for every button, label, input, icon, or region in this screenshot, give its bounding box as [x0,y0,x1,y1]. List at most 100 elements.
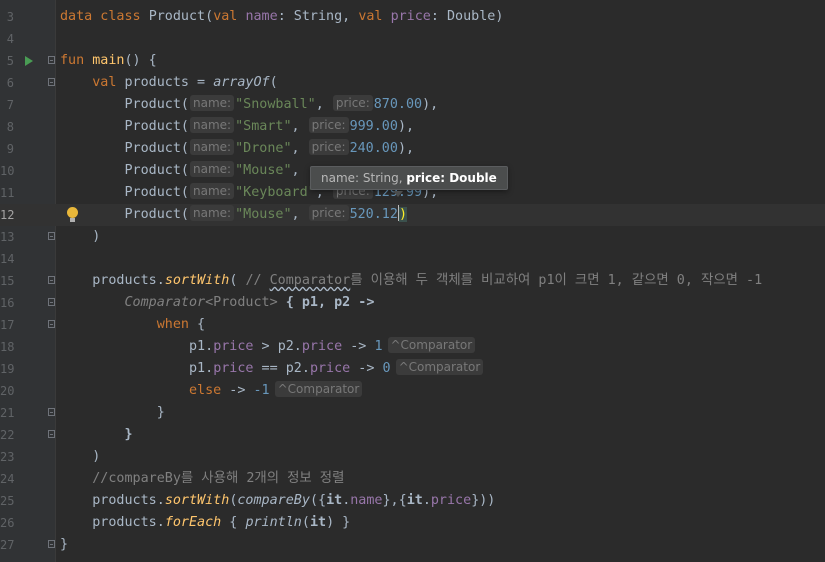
fold-icon[interactable] [48,56,55,64]
code-line-4[interactable]: 4 [0,28,825,50]
run-icon[interactable] [25,56,33,66]
code-line-18[interactable]: 18 p1.price > p2.price -> 1 ^Comparator [0,336,825,358]
code-text: , [291,119,308,134]
type: : String, [277,9,359,24]
code-text: ( [301,515,310,530]
code-line-22[interactable]: 22 } [0,424,825,446]
keyword: val [92,75,125,90]
code-text: ), [422,97,439,112]
line-number: 18 [0,340,15,354]
code-text: ( [229,273,246,288]
code-line-24[interactable]: 24 //compareBy를 사용해 2개의 정보 정렬 [0,468,825,490]
fold-icon[interactable] [48,320,55,328]
code-text: ), [397,119,415,134]
return-hint: ^Comparator [274,381,363,397]
return-hint: ^Comparator [395,359,484,375]
code-line-19[interactable]: 19 p1.price == p2.price -> 0 ^Comparator [0,358,825,380]
fold-icon[interactable] [48,408,55,416]
function-call: compareBy [237,493,310,508]
code-text: , [291,163,300,178]
fold-icon[interactable] [48,276,55,284]
string-literal: "Snowball" [235,97,316,112]
variable: products. [92,273,165,288]
code-line-5[interactable]: 5 fun main() { [0,50,825,72]
property: price [213,339,254,354]
keyword: val [213,9,246,24]
keyword: val [358,9,391,24]
line-number: 4 [6,32,14,46]
param-hint: name: [190,183,235,199]
code-text: } [60,537,69,552]
string-literal: "Keyboard" [235,185,316,200]
code-line-13[interactable]: 13 ) [0,226,825,248]
code-line-6[interactable]: 6 val products = arrayOf( [0,72,825,94]
implicit-it: it [406,493,423,508]
code-text: ) [92,229,101,244]
fold-icon[interactable] [48,78,55,86]
code-editor[interactable]: 3 data class Product( val name: String, v… [0,0,825,562]
variable: p2. [277,339,302,354]
fold-icon[interactable] [48,430,55,438]
number-literal: 240.00 [349,141,398,156]
code-line-9[interactable]: 9 Product(name: "Drone", price: 240.00), [0,138,825,160]
code-line-15[interactable]: 15 products.sortWith( // Comparator를 이용해… [0,270,825,292]
code-line-26[interactable]: 26 products.forEach { println(it) } [0,512,825,534]
line-number: 15 [0,274,15,288]
line-number: 5 [6,54,14,68]
operator: -> [350,361,383,376]
code-text: ), [397,141,415,156]
fold-icon[interactable] [48,298,55,306]
code-text: . [422,493,431,508]
code-line-25[interactable]: 25 products.sortWith(compareBy({it.name}… [0,490,825,512]
code-line-8[interactable]: 8 Product(name: "Smart", price: 999.00), [0,116,825,138]
line-number: 19 [0,362,15,376]
number-literal: 1 [374,339,383,354]
code-text: } [156,405,165,420]
code-line-14[interactable]: 14 [0,248,825,270]
tooltip-param-inactive: name: String, [321,171,407,185]
number-literal: -1 [253,383,270,398]
line-number: 26 [0,516,15,530]
number-literal: 0 [382,361,391,376]
code-text: } [124,427,133,442]
keyword: else [189,383,222,398]
line-number: 10 [0,164,15,178]
code-line-7[interactable]: 7 Product(name: "Snowball", price: 870.00)… [0,94,825,116]
fold-icon[interactable] [48,540,55,548]
line-number: 11 [0,186,15,200]
constructor-call: Product( [124,207,190,222]
code-text: ) } [326,515,351,530]
implicit-it: it [309,515,327,530]
code-line-23[interactable]: 23 ) [0,446,825,468]
code-line-12[interactable]: 12 Product(name: "Mouse", price: 520.12) [0,204,825,226]
constructor-call: Product( [124,141,190,156]
param-hint: price: [308,139,349,155]
code-text: ) [92,449,101,464]
code-line-3[interactable]: 3 data class Product(val name: String, v… [0,6,825,28]
fold-icon[interactable] [48,232,55,240]
keyword: data class [60,9,149,24]
constructor-call: Product( [124,185,190,200]
comment: // [245,273,270,288]
comment: 를 이용해 두 객체를 비교하여 p1이 크면 1, 같으면 0, 작으면 -1 [350,273,763,288]
implicit-it: it [326,493,343,508]
line-number: 21 [0,406,15,420]
operator: > [253,339,278,354]
line-number: 6 [6,76,14,90]
function-name: main [92,53,125,68]
code-text: },{ [382,493,407,508]
type: : Double) [430,9,504,24]
line-number: 27 [0,538,15,552]
code-text: })) [471,493,496,508]
code-line-17[interactable]: 17 when { [0,314,825,336]
code-line-16[interactable]: 16 Comparator<Product> { p1, p2 -> [0,292,825,314]
variable: products. [92,493,165,508]
code-line-27[interactable]: 27 } [0,534,825,556]
comment: //compareBy를 사용해 2개의 정보 정렬 [92,471,345,486]
line-number: 3 [6,10,14,24]
number-literal: 999.00 [349,119,398,134]
code-line-21[interactable]: 21 } [0,402,825,424]
keyword: when [156,317,189,332]
code-line-20[interactable]: 20 else -> -1 ^Comparator [0,380,825,402]
param-hint: price: [308,117,349,133]
